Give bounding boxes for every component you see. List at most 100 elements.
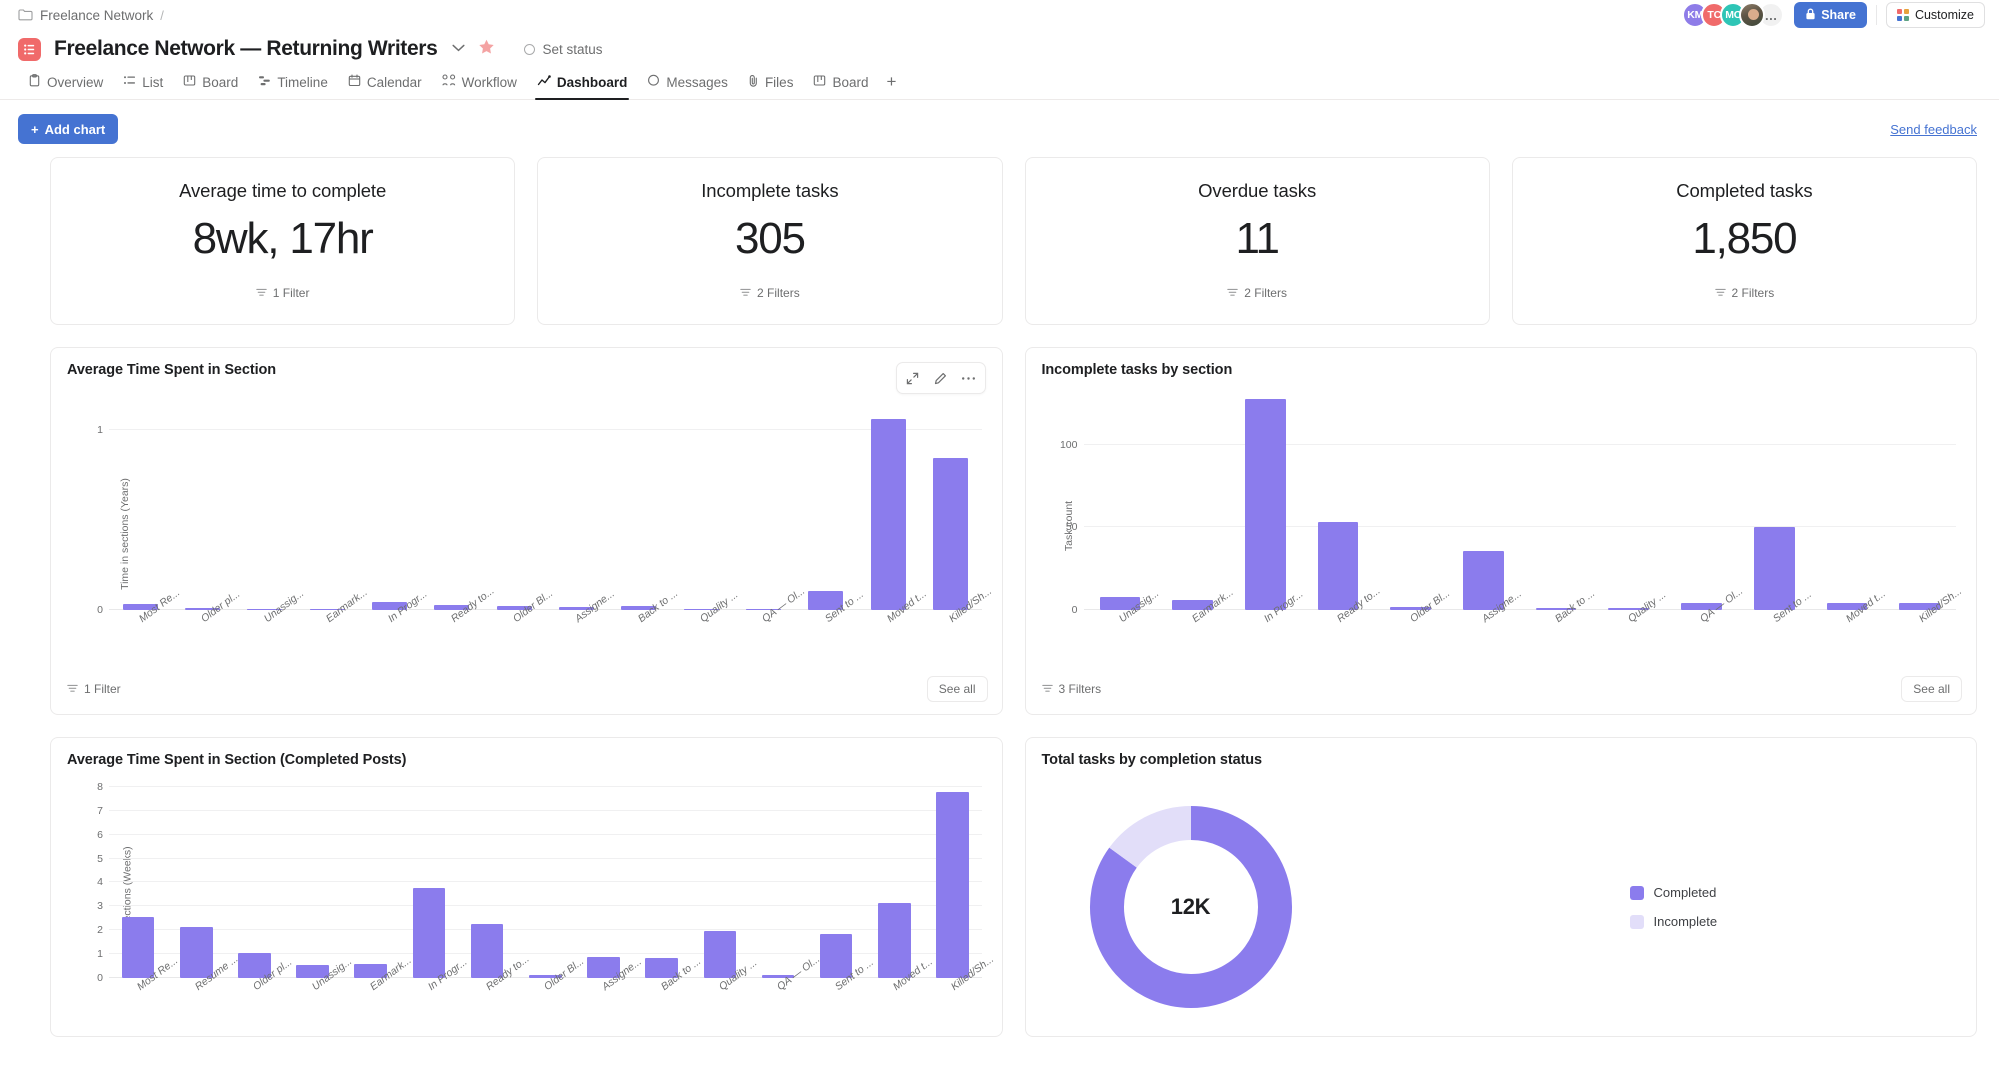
bar-cell <box>167 782 225 978</box>
calendar-icon <box>348 74 361 90</box>
x-axis-cell: Most Re... <box>109 610 171 668</box>
metric-filter[interactable]: 2 Filters <box>1227 286 1287 300</box>
more-icon[interactable] <box>956 367 982 389</box>
chart-row-2: Average Time Spent in Section (Completed… <box>0 715 1999 1037</box>
bar-cell <box>225 782 283 978</box>
x-axis-cell: In Progr... <box>1229 610 1302 668</box>
tab-label: Messages <box>666 75 728 90</box>
tab-board[interactable]: Board <box>173 74 248 99</box>
y-axis-tick: 7 <box>97 805 103 817</box>
bar-cell <box>342 782 400 978</box>
x-axis-cell: Older pl... <box>171 610 233 668</box>
chart-card-total-by-status[interactable]: Total tasks by completion status 12K Com… <box>1025 737 1978 1037</box>
x-axis-cell: Moved t... <box>857 610 919 668</box>
bar-cell <box>691 782 749 978</box>
x-axis-cell: Earmark... <box>342 978 400 1036</box>
tab-overview[interactable]: Overview <box>18 74 113 99</box>
metric-filter[interactable]: 2 Filters <box>740 286 800 300</box>
tab-label: Calendar <box>367 75 422 90</box>
bar[interactable] <box>878 903 911 978</box>
tab-timeline[interactable]: Timeline <box>248 74 338 99</box>
legend-item-incomplete[interactable]: Incomplete <box>1630 914 1718 929</box>
board-icon <box>183 74 196 90</box>
tab-label: Overview <box>47 75 103 90</box>
bar-cell <box>400 782 458 978</box>
metric-filter-label: 2 Filters <box>1732 286 1775 300</box>
share-button[interactable]: Share <box>1794 2 1867 28</box>
bar[interactable] <box>871 419 906 610</box>
chart-legend: Completed Incomplete <box>1630 885 1718 929</box>
bar-cell <box>732 408 794 610</box>
donut-ring[interactable]: 12K <box>1082 798 1300 1016</box>
breadcrumb[interactable]: Freelance Network / <box>18 8 164 23</box>
chart-card-average-time-spent[interactable]: Average Time Spent in Section Time in se… <box>50 347 1003 715</box>
x-axis-cell: Killed/Sh... <box>1883 610 1956 668</box>
chevron-down-icon[interactable] <box>452 43 465 55</box>
x-axis-cell: Assigne... <box>1447 610 1520 668</box>
bar[interactable] <box>936 792 969 978</box>
chart-filter[interactable]: 1 Filter <box>67 682 121 696</box>
tab-files[interactable]: Files <box>738 74 804 99</box>
see-all-button[interactable]: See all <box>927 676 988 702</box>
metric-filter[interactable]: 1 Filter <box>256 286 310 300</box>
metric-card-average-time[interactable]: Average time to complete 8wk, 17hr 1 Fil… <box>50 157 515 325</box>
metric-card-completed-tasks[interactable]: Completed tasks 1,850 2 Filters <box>1512 157 1977 325</box>
pencil-icon[interactable] <box>928 367 954 389</box>
y-axis-tick: 1 <box>97 424 103 436</box>
avatar-group[interactable]: KM TC MC ... <box>1682 2 1784 28</box>
bar-cell <box>795 408 857 610</box>
metric-filter-label: 1 Filter <box>273 286 310 300</box>
y-axis-tick: 0 <box>97 972 103 984</box>
bar[interactable] <box>122 917 155 978</box>
x-axis-cell: Quality ... <box>1592 610 1665 668</box>
expand-icon[interactable] <box>900 367 926 389</box>
tab-label: Board <box>202 75 238 90</box>
bar-cell <box>1883 392 1956 610</box>
x-axis-cell: Quality ... <box>670 610 732 668</box>
bar-cell <box>670 408 732 610</box>
share-label: Share <box>1821 8 1856 22</box>
bar[interactable] <box>1754 527 1795 610</box>
x-axis-cell: In Progr... <box>400 978 458 1036</box>
star-icon[interactable] <box>478 39 495 60</box>
set-status-label: Set status <box>542 42 602 57</box>
tab-calendar[interactable]: Calendar <box>338 74 432 99</box>
metric-filter[interactable]: 2 Filters <box>1715 286 1775 300</box>
add-chart-label: Add chart <box>45 122 106 137</box>
bar[interactable] <box>1245 399 1286 610</box>
filter-icon <box>67 682 78 696</box>
bar-cell <box>1665 392 1738 610</box>
tab-label: Files <box>765 75 794 90</box>
tab-messages[interactable]: Messages <box>637 74 738 99</box>
tab-workflow[interactable]: Workflow <box>432 74 527 99</box>
add-tab-button[interactable]: + <box>878 72 906 101</box>
chart-card-incomplete-by-section[interactable]: Incomplete tasks by section Task count 0… <box>1025 347 1978 715</box>
see-all-button[interactable]: See all <box>1901 676 1962 702</box>
bar[interactable] <box>413 888 446 978</box>
customize-button[interactable]: Customize <box>1886 2 1985 28</box>
add-chart-button[interactable]: + Add chart <box>18 114 118 144</box>
donut-chart: 12K Completed Incomplete <box>1042 774 1961 1036</box>
metric-title: Incomplete tasks <box>701 180 838 202</box>
set-status-button[interactable]: Set status <box>524 42 602 57</box>
chart-filter[interactable]: 3 Filters <box>1042 682 1102 696</box>
breadcrumb-separator: / <box>160 8 164 23</box>
bar-cell <box>633 782 691 978</box>
chart-card-average-time-completed[interactable]: Average Time Spent in Section (Completed… <box>50 737 1003 1037</box>
send-feedback-link[interactable]: Send feedback <box>1890 122 1977 137</box>
bar[interactable] <box>180 927 213 978</box>
breadcrumb-label[interactable]: Freelance Network <box>40 8 153 23</box>
x-axis-cell: Older Bl... <box>483 610 545 668</box>
tab-dashboard[interactable]: Dashboard <box>527 74 638 99</box>
legend-item-completed[interactable]: Completed <box>1630 885 1718 900</box>
metric-card-incomplete-tasks[interactable]: Incomplete tasks 305 2 Filters <box>537 157 1002 325</box>
legend-swatch <box>1630 915 1644 929</box>
bar[interactable] <box>1318 522 1359 610</box>
tab-list[interactable]: List <box>113 74 173 99</box>
tab-board-2[interactable]: Board <box>803 74 878 99</box>
metric-card-overdue-tasks[interactable]: Overdue tasks 11 2 Filters <box>1025 157 1490 325</box>
bar[interactable] <box>471 924 504 978</box>
title-row: Freelance Network — Returning Writers Se… <box>0 30 1999 66</box>
x-axis-cell: Sent to ... <box>795 610 857 668</box>
bar[interactable] <box>933 458 968 610</box>
